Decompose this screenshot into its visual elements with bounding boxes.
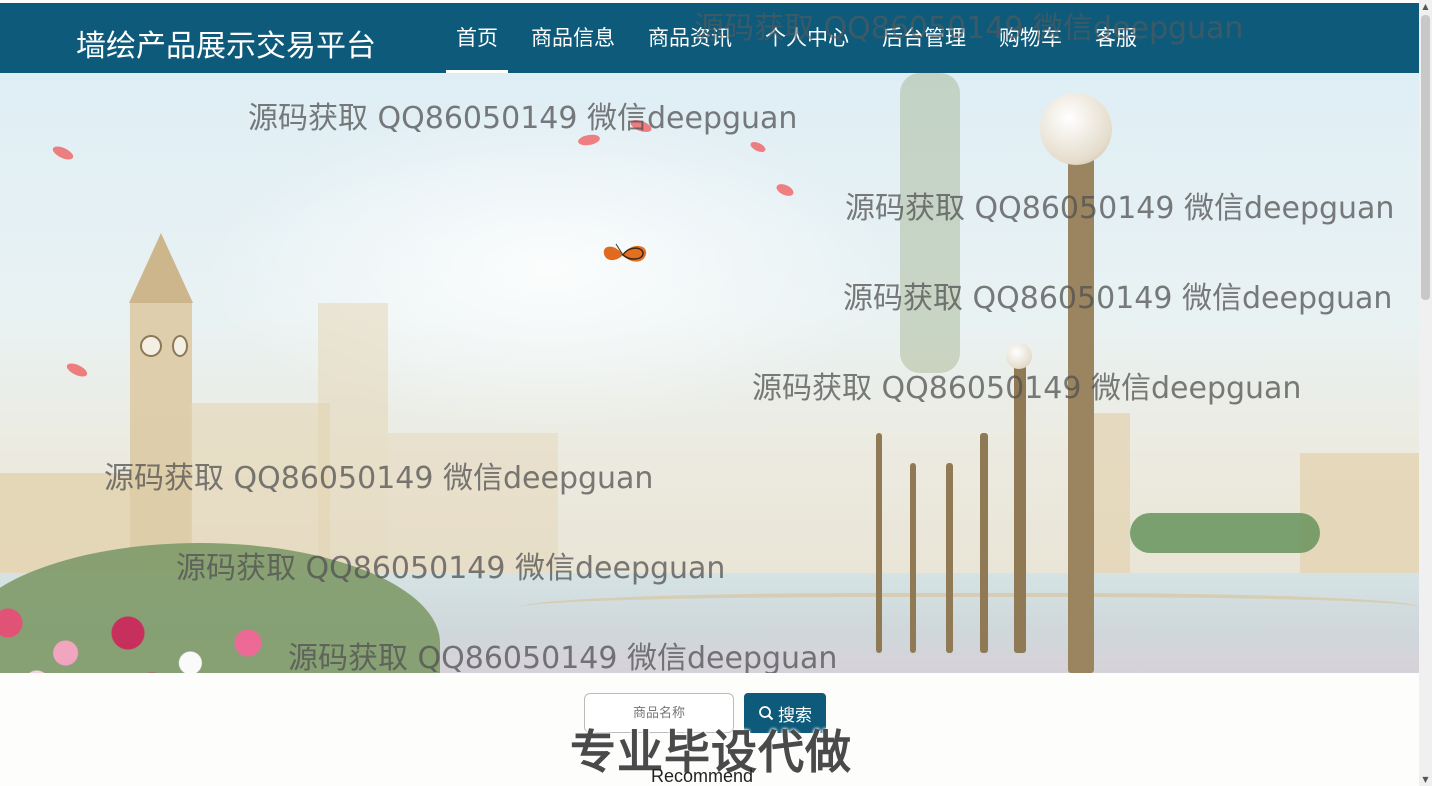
petal — [64, 360, 90, 380]
nav-item-home[interactable]: 首页 — [446, 3, 508, 73]
scroll-up-arrow-icon[interactable]: ▲ — [1419, 0, 1432, 13]
lamp-globe — [1040, 93, 1112, 165]
lamp-post — [910, 463, 916, 653]
site-title[interactable]: 墙绘产品展示交易平台 — [76, 21, 376, 65]
butterfly-icon — [603, 243, 647, 262]
watermark-text: 源码获取 QQ86050149 微信deepguan — [843, 281, 1393, 316]
lamp-post — [1068, 153, 1094, 673]
watermark-text: 源码获取 QQ86050149 微信deepguan — [752, 371, 1302, 406]
recommend-heading: Recommend — [651, 766, 754, 786]
scrollbar-thumb[interactable] — [1421, 15, 1430, 300]
city-building — [1300, 453, 1419, 583]
page: 源码获取 QQ86050149 微信deepguan 源码获取 QQ860501… — [0, 0, 1432, 786]
page-scrollbar[interactable]: ▲ ▼ — [1419, 0, 1432, 786]
clock-face — [172, 335, 188, 357]
lamp-post — [946, 463, 953, 653]
lamp-post — [980, 433, 988, 653]
nav-item-product-info[interactable]: 商品信息 — [521, 3, 625, 73]
watermark-text: 源码获取 QQ86050149 微信deepguan — [176, 551, 726, 586]
watermark-text: 源码获取 QQ86050149 微信deepguan — [104, 461, 654, 496]
petal — [50, 143, 76, 163]
hero-banner: 源码获取 QQ86050149 微信deepguan 源码获取 QQ860501… — [0, 73, 1419, 673]
watermark-text: 源码获取 QQ86050149 微信deepguan — [248, 101, 798, 136]
clock-tower-spire — [129, 233, 193, 303]
watermark-text: 源码获取 QQ86050149 微信deepguan — [288, 641, 838, 673]
watermark-text: 源码获取 QQ86050149 微信deepguan — [845, 191, 1395, 226]
city-building — [1090, 413, 1130, 573]
tree-line — [1130, 513, 1320, 553]
watermark-text: 源码获取 QQ86050149 微信deepguan — [694, 11, 1244, 46]
scroll-down-arrow-icon[interactable]: ▼ — [1419, 773, 1432, 786]
bridge — [520, 593, 1419, 629]
clock-face — [140, 335, 162, 357]
lamp-post — [876, 433, 882, 653]
